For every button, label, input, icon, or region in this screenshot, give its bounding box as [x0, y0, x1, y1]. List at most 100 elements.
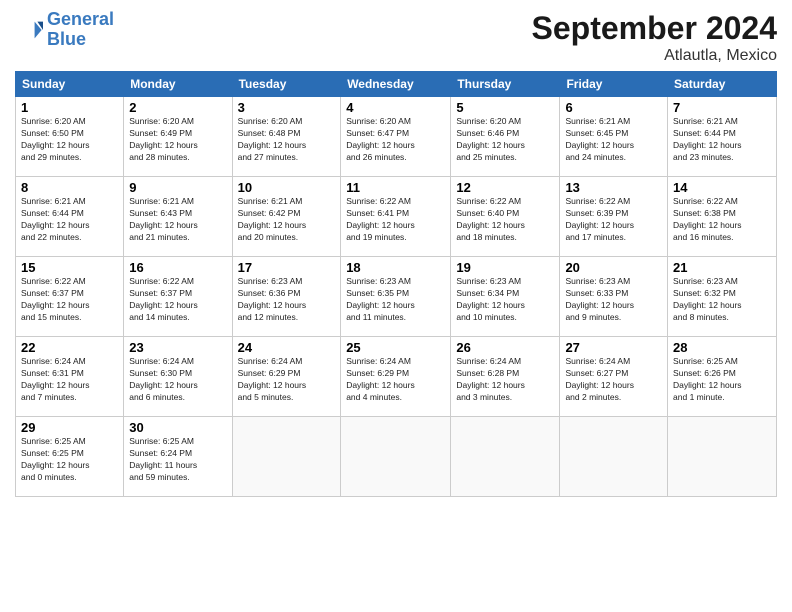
- page: General Blue September 2024 Atlautla, Me…: [0, 0, 792, 612]
- calendar-cell: 17Sunrise: 6:23 AM Sunset: 6:36 PM Dayli…: [232, 257, 341, 337]
- calendar-cell: 3Sunrise: 6:20 AM Sunset: 6:48 PM Daylig…: [232, 97, 341, 177]
- calendar-cell: 30Sunrise: 6:25 AM Sunset: 6:24 PM Dayli…: [124, 417, 232, 497]
- day-number: 16: [129, 260, 226, 275]
- calendar-cell: 11Sunrise: 6:22 AM Sunset: 6:41 PM Dayli…: [341, 177, 451, 257]
- day-number: 25: [346, 340, 445, 355]
- calendar-header-row: SundayMondayTuesdayWednesdayThursdayFrid…: [16, 72, 777, 97]
- day-number: 26: [456, 340, 554, 355]
- day-info: Sunrise: 6:25 AM Sunset: 6:26 PM Dayligh…: [673, 356, 771, 404]
- title-block: September 2024 Atlautla, Mexico: [532, 10, 777, 65]
- calendar-table: SundayMondayTuesdayWednesdayThursdayFrid…: [15, 71, 777, 497]
- day-info: Sunrise: 6:25 AM Sunset: 6:24 PM Dayligh…: [129, 436, 226, 484]
- logo: General Blue: [15, 10, 114, 50]
- header-thursday: Thursday: [451, 72, 560, 97]
- calendar-cell: 24Sunrise: 6:24 AM Sunset: 6:29 PM Dayli…: [232, 337, 341, 417]
- header-monday: Monday: [124, 72, 232, 97]
- day-info: Sunrise: 6:22 AM Sunset: 6:37 PM Dayligh…: [21, 276, 118, 324]
- day-number: 23: [129, 340, 226, 355]
- day-info: Sunrise: 6:22 AM Sunset: 6:37 PM Dayligh…: [129, 276, 226, 324]
- calendar-cell: 10Sunrise: 6:21 AM Sunset: 6:42 PM Dayli…: [232, 177, 341, 257]
- calendar-cell: 26Sunrise: 6:24 AM Sunset: 6:28 PM Dayli…: [451, 337, 560, 417]
- calendar-cell: 2Sunrise: 6:20 AM Sunset: 6:49 PM Daylig…: [124, 97, 232, 177]
- day-info: Sunrise: 6:24 AM Sunset: 6:29 PM Dayligh…: [238, 356, 336, 404]
- calendar-cell: 29Sunrise: 6:25 AM Sunset: 6:25 PM Dayli…: [16, 417, 124, 497]
- day-info: Sunrise: 6:22 AM Sunset: 6:38 PM Dayligh…: [673, 196, 771, 244]
- calendar-cell: 8Sunrise: 6:21 AM Sunset: 6:44 PM Daylig…: [16, 177, 124, 257]
- day-info: Sunrise: 6:20 AM Sunset: 6:46 PM Dayligh…: [456, 116, 554, 164]
- day-info: Sunrise: 6:24 AM Sunset: 6:28 PM Dayligh…: [456, 356, 554, 404]
- day-number: 17: [238, 260, 336, 275]
- day-info: Sunrise: 6:21 AM Sunset: 6:45 PM Dayligh…: [565, 116, 662, 164]
- day-info: Sunrise: 6:23 AM Sunset: 6:35 PM Dayligh…: [346, 276, 445, 324]
- day-number: 24: [238, 340, 336, 355]
- day-number: 29: [21, 420, 118, 435]
- day-number: 18: [346, 260, 445, 275]
- day-info: Sunrise: 6:25 AM Sunset: 6:25 PM Dayligh…: [21, 436, 118, 484]
- calendar-week-1: 1Sunrise: 6:20 AM Sunset: 6:50 PM Daylig…: [16, 97, 777, 177]
- day-info: Sunrise: 6:21 AM Sunset: 6:42 PM Dayligh…: [238, 196, 336, 244]
- day-info: Sunrise: 6:24 AM Sunset: 6:31 PM Dayligh…: [21, 356, 118, 404]
- calendar-cell: 23Sunrise: 6:24 AM Sunset: 6:30 PM Dayli…: [124, 337, 232, 417]
- calendar-cell: 13Sunrise: 6:22 AM Sunset: 6:39 PM Dayli…: [560, 177, 668, 257]
- day-info: Sunrise: 6:23 AM Sunset: 6:32 PM Dayligh…: [673, 276, 771, 324]
- calendar-cell: 27Sunrise: 6:24 AM Sunset: 6:27 PM Dayli…: [560, 337, 668, 417]
- calendar-week-5: 29Sunrise: 6:25 AM Sunset: 6:25 PM Dayli…: [16, 417, 777, 497]
- day-info: Sunrise: 6:22 AM Sunset: 6:40 PM Dayligh…: [456, 196, 554, 244]
- day-info: Sunrise: 6:20 AM Sunset: 6:47 PM Dayligh…: [346, 116, 445, 164]
- calendar-cell: 21Sunrise: 6:23 AM Sunset: 6:32 PM Dayli…: [668, 257, 777, 337]
- day-number: 8: [21, 180, 118, 195]
- day-info: Sunrise: 6:24 AM Sunset: 6:29 PM Dayligh…: [346, 356, 445, 404]
- day-number: 20: [565, 260, 662, 275]
- header-saturday: Saturday: [668, 72, 777, 97]
- calendar-cell: [560, 417, 668, 497]
- day-info: Sunrise: 6:22 AM Sunset: 6:39 PM Dayligh…: [565, 196, 662, 244]
- calendar-cell: 20Sunrise: 6:23 AM Sunset: 6:33 PM Dayli…: [560, 257, 668, 337]
- calendar-cell: 4Sunrise: 6:20 AM Sunset: 6:47 PM Daylig…: [341, 97, 451, 177]
- day-number: 4: [346, 100, 445, 115]
- day-info: Sunrise: 6:23 AM Sunset: 6:34 PM Dayligh…: [456, 276, 554, 324]
- calendar-cell: 22Sunrise: 6:24 AM Sunset: 6:31 PM Dayli…: [16, 337, 124, 417]
- day-number: 2: [129, 100, 226, 115]
- day-info: Sunrise: 6:21 AM Sunset: 6:44 PM Dayligh…: [673, 116, 771, 164]
- day-number: 10: [238, 180, 336, 195]
- calendar-cell: 18Sunrise: 6:23 AM Sunset: 6:35 PM Dayli…: [341, 257, 451, 337]
- calendar-cell: [232, 417, 341, 497]
- calendar-cell: 12Sunrise: 6:22 AM Sunset: 6:40 PM Dayli…: [451, 177, 560, 257]
- calendar-cell: 7Sunrise: 6:21 AM Sunset: 6:44 PM Daylig…: [668, 97, 777, 177]
- calendar-cell: 19Sunrise: 6:23 AM Sunset: 6:34 PM Dayli…: [451, 257, 560, 337]
- calendar-cell: [451, 417, 560, 497]
- month-title: September 2024: [532, 10, 777, 47]
- day-number: 19: [456, 260, 554, 275]
- calendar-cell: 14Sunrise: 6:22 AM Sunset: 6:38 PM Dayli…: [668, 177, 777, 257]
- day-number: 13: [565, 180, 662, 195]
- calendar-cell: [668, 417, 777, 497]
- logo-icon: [15, 16, 43, 44]
- calendar-cell: 9Sunrise: 6:21 AM Sunset: 6:43 PM Daylig…: [124, 177, 232, 257]
- day-info: Sunrise: 6:21 AM Sunset: 6:43 PM Dayligh…: [129, 196, 226, 244]
- day-number: 7: [673, 100, 771, 115]
- day-number: 11: [346, 180, 445, 195]
- header-tuesday: Tuesday: [232, 72, 341, 97]
- day-number: 3: [238, 100, 336, 115]
- day-info: Sunrise: 6:23 AM Sunset: 6:33 PM Dayligh…: [565, 276, 662, 324]
- day-number: 28: [673, 340, 771, 355]
- day-number: 15: [21, 260, 118, 275]
- calendar-cell: 16Sunrise: 6:22 AM Sunset: 6:37 PM Dayli…: [124, 257, 232, 337]
- calendar-week-3: 15Sunrise: 6:22 AM Sunset: 6:37 PM Dayli…: [16, 257, 777, 337]
- day-info: Sunrise: 6:24 AM Sunset: 6:30 PM Dayligh…: [129, 356, 226, 404]
- calendar-cell: 25Sunrise: 6:24 AM Sunset: 6:29 PM Dayli…: [341, 337, 451, 417]
- header-sunday: Sunday: [16, 72, 124, 97]
- day-info: Sunrise: 6:24 AM Sunset: 6:27 PM Dayligh…: [565, 356, 662, 404]
- day-info: Sunrise: 6:22 AM Sunset: 6:41 PM Dayligh…: [346, 196, 445, 244]
- calendar-cell: 15Sunrise: 6:22 AM Sunset: 6:37 PM Dayli…: [16, 257, 124, 337]
- day-number: 12: [456, 180, 554, 195]
- day-number: 21: [673, 260, 771, 275]
- day-number: 9: [129, 180, 226, 195]
- day-number: 14: [673, 180, 771, 195]
- day-number: 1: [21, 100, 118, 115]
- header-friday: Friday: [560, 72, 668, 97]
- day-info: Sunrise: 6:20 AM Sunset: 6:49 PM Dayligh…: [129, 116, 226, 164]
- location-subtitle: Atlautla, Mexico: [532, 47, 777, 65]
- header-wednesday: Wednesday: [341, 72, 451, 97]
- logo-text: General Blue: [47, 10, 114, 50]
